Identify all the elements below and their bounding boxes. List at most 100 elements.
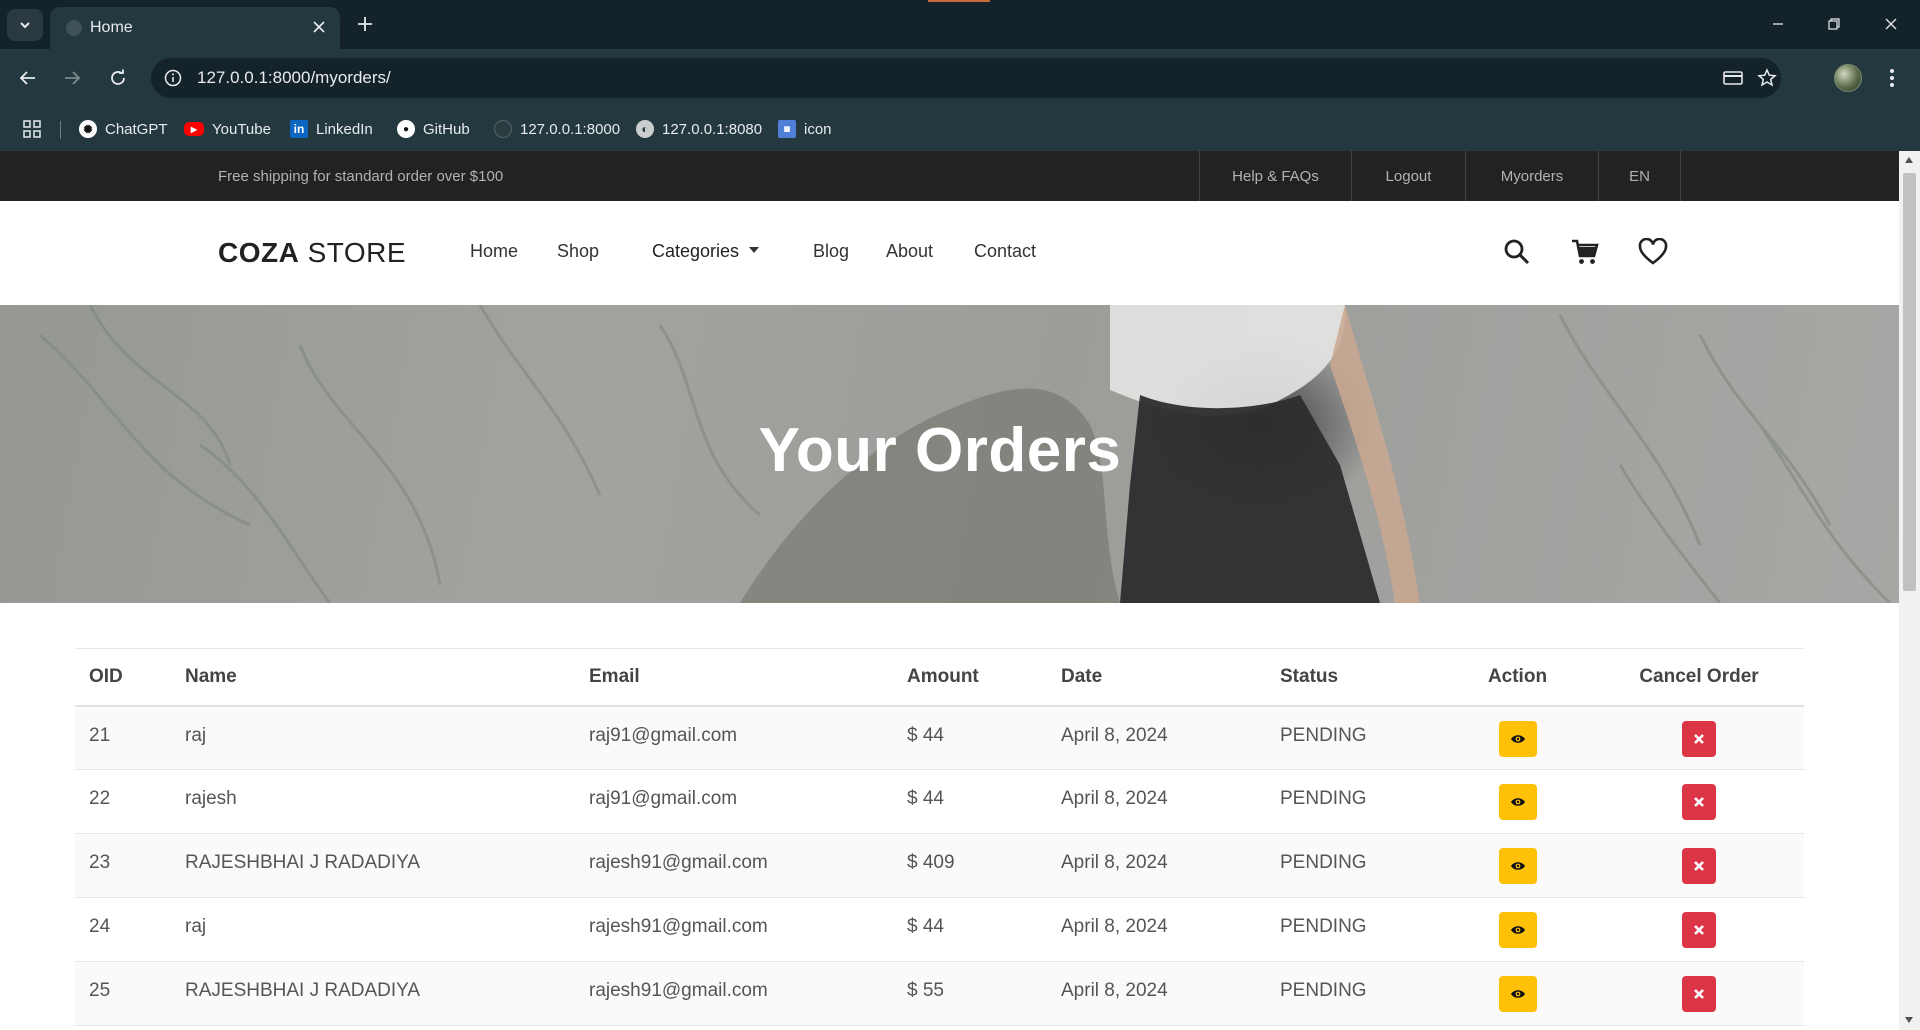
col-oid: OID	[75, 648, 171, 707]
scroll-up-arrow-icon[interactable]	[1905, 157, 1913, 163]
logo-light-text: STORE	[299, 237, 407, 268]
logout-link[interactable]: Logout	[1351, 151, 1465, 201]
eye-icon	[1510, 926, 1525, 934]
profile-avatar[interactable]	[1834, 64, 1862, 92]
cart-icon[interactable]	[1570, 237, 1600, 267]
nav-blog[interactable]: Blog	[813, 241, 849, 262]
cancel-order-button[interactable]	[1682, 784, 1716, 820]
nav-home[interactable]: Home	[470, 241, 518, 262]
top-bar-divider	[1680, 151, 1681, 201]
tab-close-button[interactable]	[308, 16, 330, 38]
heart-icon[interactable]	[1638, 237, 1668, 267]
close-icon	[1694, 989, 1704, 999]
forward-button[interactable]	[56, 62, 88, 94]
globe-icon: ◐	[636, 120, 654, 138]
restore-button[interactable]	[1811, 10, 1857, 38]
bookmark-label: 127.0.0.1:8080	[662, 120, 763, 138]
bookmark-localhost-8080[interactable]: ◐ 127.0.0.1:8080	[636, 118, 762, 140]
apps-grid-icon[interactable]	[20, 117, 44, 141]
url-text[interactable]: 127.0.0.1:8000/myorders/	[197, 68, 391, 88]
cell-cancel	[1594, 705, 1804, 770]
browser-tab-home[interactable]: Home	[50, 7, 340, 49]
browser-menu-button[interactable]	[1880, 64, 1904, 92]
card-icon[interactable]	[1721, 66, 1745, 90]
cell-oid: 21	[75, 705, 171, 770]
bookmark-github[interactable]: ● GitHub	[397, 118, 470, 140]
help-faqs-link[interactable]: Help & FAQs	[1199, 151, 1351, 201]
myorders-link[interactable]: Myorders	[1465, 151, 1598, 201]
cell-name: rajesh	[171, 769, 575, 834]
cell-action	[1441, 705, 1594, 770]
bookmark-label: 127.0.0.1:8000	[520, 120, 621, 138]
nav-contact[interactable]: Contact	[974, 241, 1036, 262]
minimize-icon	[1773, 23, 1783, 25]
reload-button[interactable]	[102, 62, 134, 94]
arrow-left-icon	[19, 71, 35, 85]
tab-search-button[interactable]	[7, 9, 43, 41]
cell-status: PENDING	[1266, 705, 1441, 770]
chevron-down-icon	[20, 22, 30, 29]
bookmarks-separator	[60, 121, 61, 139]
view-order-button[interactable]	[1498, 848, 1537, 884]
view-order-button[interactable]	[1498, 784, 1537, 820]
store-logo[interactable]: COZA STORE	[218, 237, 406, 269]
minimize-button[interactable]	[1755, 10, 1801, 38]
cell-status: PENDING	[1266, 833, 1441, 898]
cell-email: rajesh91@gmail.com	[575, 961, 893, 1026]
view-order-button[interactable]	[1498, 976, 1537, 1012]
page-banner: Your Orders	[0, 305, 1899, 603]
eye-icon	[1510, 990, 1525, 998]
col-amount: Amount	[893, 648, 1047, 707]
new-tab-button[interactable]	[352, 11, 378, 37]
cell-email: rajesh91@gmail.com	[575, 833, 893, 898]
bookmark-label: ChatGPT	[105, 120, 168, 138]
caret-down-icon	[749, 247, 760, 254]
page-scrollbar[interactable]	[1899, 151, 1920, 1030]
star-icon[interactable]	[1755, 66, 1779, 90]
nav-shop[interactable]: Shop	[557, 241, 599, 262]
cell-name: RAJESHBHAI J RADADIYA	[171, 833, 575, 898]
site-info-icon[interactable]	[161, 66, 185, 90]
close-window-button[interactable]	[1868, 10, 1914, 38]
address-bar[interactable]: 127.0.0.1:8000/myorders/	[151, 58, 1781, 98]
scroll-down-arrow-icon[interactable]	[1905, 1017, 1913, 1023]
more-vertical-icon	[1890, 69, 1894, 87]
close-icon	[313, 21, 325, 33]
cancel-order-button[interactable]	[1682, 912, 1716, 948]
table-row: 21 raj raj91@gmail.com $ 44 April 8, 202…	[75, 705, 1804, 770]
col-cancel-order: Cancel Order	[1594, 648, 1804, 707]
language-link[interactable]: EN	[1598, 151, 1680, 201]
cancel-order-button[interactable]	[1682, 976, 1716, 1012]
nav-about[interactable]: About	[886, 241, 933, 262]
shipping-notice: Free shipping for standard order over $1…	[218, 168, 504, 185]
cancel-order-button[interactable]	[1682, 720, 1716, 757]
browser-toolbar: 127.0.0.1:8000/myorders/	[0, 49, 1920, 107]
scrollbar-thumb[interactable]	[1903, 173, 1916, 591]
cell-action	[1441, 897, 1594, 962]
cancel-order-button[interactable]	[1682, 848, 1716, 884]
bookmark-youtube[interactable]: ▶ YouTube	[184, 118, 271, 140]
bookmark-label: YouTube	[212, 120, 271, 138]
cell-email: raj91@gmail.com	[575, 705, 893, 770]
cell-action	[1441, 833, 1594, 898]
youtube-icon: ▶	[184, 122, 204, 136]
cell-date: April 8, 2024	[1047, 705, 1266, 770]
back-button[interactable]	[12, 62, 44, 94]
bookmark-localhost-8000[interactable]: 127.0.0.1:8000	[494, 118, 620, 140]
cell-cancel	[1594, 769, 1804, 834]
nav-categories-dropdown[interactable]: Categories	[652, 241, 760, 262]
view-order-button[interactable]	[1498, 720, 1537, 757]
col-name: Name	[171, 648, 575, 707]
cell-amount: $ 44	[893, 897, 1047, 962]
icon-bookmark-icon: ▦	[778, 120, 796, 138]
search-icon[interactable]	[1502, 237, 1532, 267]
table-header-row: OID Name Email Amount Date Status Action…	[75, 648, 1804, 707]
bookmark-chatgpt[interactable]: ✺ ChatGPT	[79, 118, 168, 140]
bookmark-linkedin[interactable]: in LinkedIn	[290, 118, 373, 140]
cell-amount: $ 409	[893, 833, 1047, 898]
bookmark-icon[interactable]: ▦ icon	[778, 118, 832, 140]
bookmarks-bar: ✺ ChatGPT ▶ YouTube in LinkedIn ● GitHub…	[0, 107, 1920, 151]
view-order-button[interactable]	[1498, 912, 1537, 948]
eye-icon	[1510, 862, 1525, 870]
close-icon	[1694, 861, 1704, 871]
